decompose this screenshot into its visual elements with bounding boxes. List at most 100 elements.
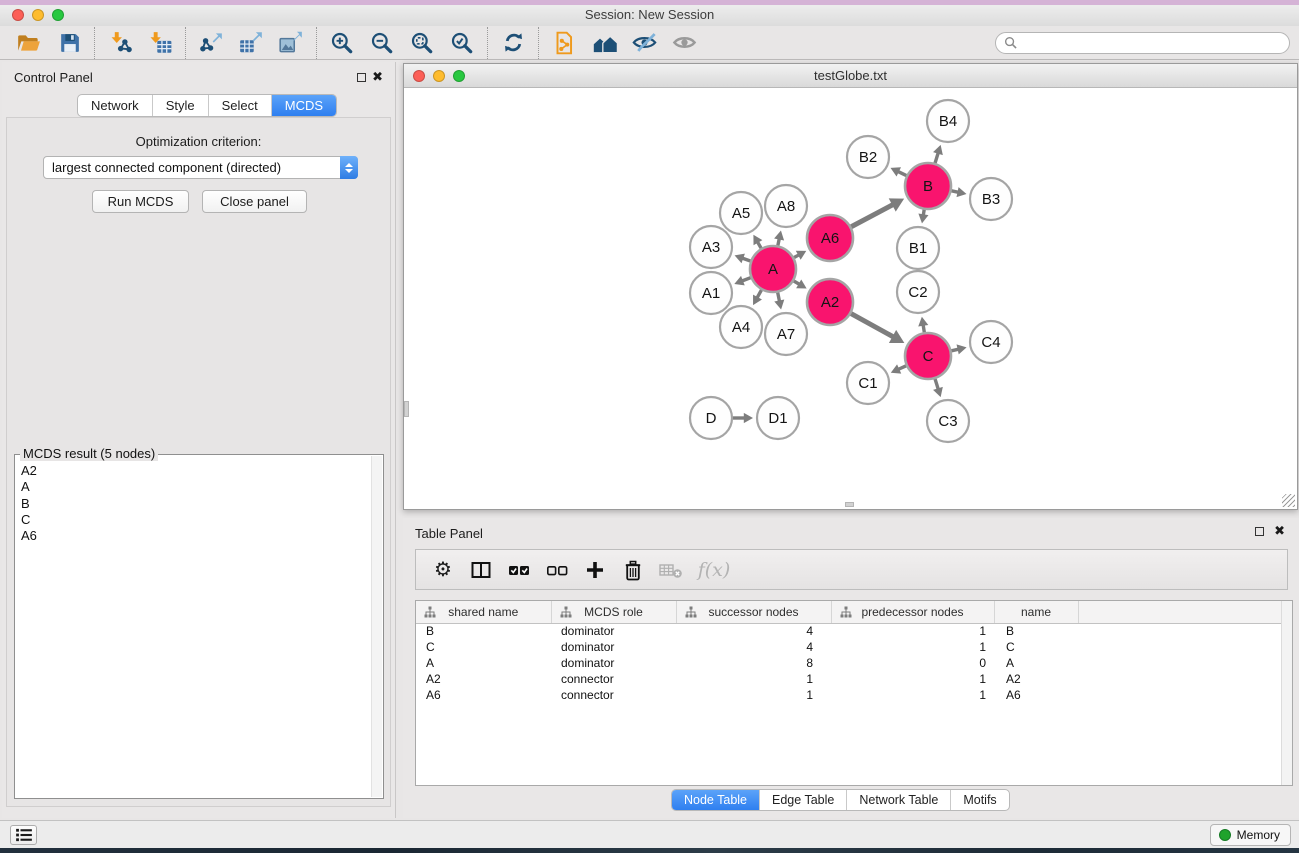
cell[interactable]: 1 [831,687,994,703]
cell[interactable]: connector [551,687,676,703]
float-panel-icon[interactable] [357,73,366,82]
tab-network-table[interactable]: Network Table [847,790,951,810]
cell[interactable]: 1 [831,623,994,639]
tab-edge-table[interactable]: Edge Table [760,790,847,810]
graph-edge-A-A5[interactable] [757,242,761,248]
graph-edge-A-A7[interactable] [778,293,780,302]
graph-edge-C-C2[interactable] [923,325,924,333]
split-pane-button[interactable] [464,554,498,586]
cell[interactable]: 0 [831,655,994,671]
delete-table-button[interactable] [654,554,688,586]
network-left-scroll-thumb[interactable] [404,401,409,417]
result-item-a2[interactable]: A2 [15,463,371,479]
column-header-shared-name[interactable]: shared name [416,601,551,623]
graph-node-C4[interactable]: C4 [970,321,1012,363]
cell[interactable]: A6 [994,687,1078,703]
hide-panels-button[interactable] [624,28,664,58]
cell[interactable]: B [416,623,551,639]
cell[interactable]: A2 [994,671,1078,687]
cell[interactable]: dominator [551,655,676,671]
tab-node-table[interactable]: Node Table [672,790,760,810]
column-header-successor-nodes[interactable]: successor nodes [676,601,831,623]
import-network-button[interactable] [100,28,140,58]
cell[interactable]: A [994,655,1078,671]
cell[interactable]: 1 [676,671,831,687]
result-scrollbar[interactable] [371,456,382,797]
graph-edge-C-C3[interactable] [935,379,938,389]
result-item-a[interactable]: A [15,479,371,495]
cell[interactable]: A2 [416,671,551,687]
tab-mcds[interactable]: MCDS [272,95,336,116]
table-row[interactable]: Adominator80A [416,655,1292,671]
column-header-MCDS-role[interactable]: MCDS role [551,601,676,623]
graph-edge-B-B4[interactable] [935,153,938,163]
graph-node-B1[interactable]: B1 [897,227,939,269]
zoom-selected-button[interactable] [442,28,482,58]
import-table-button[interactable] [140,28,180,58]
cell[interactable]: 1 [831,639,994,655]
graph-node-A5[interactable]: A5 [720,192,762,234]
graph-node-A7[interactable]: A7 [765,313,807,355]
tab-style[interactable]: Style [153,95,209,116]
run-mcds-button[interactable]: Run MCDS [92,190,189,213]
graph-node-A3[interactable]: A3 [690,226,732,268]
zoom-fit-button[interactable] [402,28,442,58]
save-session-button[interactable] [49,28,89,58]
graph-node-A1[interactable]: A1 [690,272,732,314]
column-header-predecessor-nodes[interactable]: predecessor nodes [831,601,994,623]
cell[interactable]: A [416,655,551,671]
close-panel-icon[interactable]: ✖ [372,69,383,85]
graph-edge-A-A8[interactable] [778,238,779,245]
graph-node-B2[interactable]: B2 [847,136,889,178]
cell[interactable]: connector [551,671,676,687]
table-row[interactable]: A6connector11A6 [416,687,1292,703]
graph-edge-C-C4[interactable] [951,349,958,351]
memory-button[interactable]: Memory [1210,824,1291,846]
open-session-button[interactable] [9,28,49,58]
graph-edge-B-B3[interactable] [952,191,959,192]
show-panels-button[interactable] [664,28,704,58]
add-column-button[interactable] [578,554,612,586]
refresh-button[interactable] [493,28,533,58]
cell[interactable]: B [994,623,1078,639]
cell[interactable]: 1 [676,687,831,703]
table-row[interactable]: A2connector11A2 [416,671,1292,687]
graph-node-C1[interactable]: C1 [847,362,889,404]
table-scrollbar[interactable] [1281,601,1292,785]
cell[interactable]: dominator [551,623,676,639]
graph-node-A4[interactable]: A4 [720,306,762,348]
export-table-button[interactable] [231,28,271,58]
graph-node-B3[interactable]: B3 [970,178,1012,220]
graph-edge-A6-B[interactable] [851,205,893,227]
tab-network[interactable]: Network [78,95,153,116]
deselect-all-button[interactable] [540,554,574,586]
close-panel-button[interactable]: Close panel [202,190,307,213]
column-header-name[interactable]: name [994,601,1078,623]
graph-node-B4[interactable]: B4 [927,100,969,142]
cell[interactable]: 4 [676,639,831,655]
graph-edge-A-A2[interactable] [794,281,800,284]
select-all-button[interactable] [502,554,536,586]
network-bottom-scroll-thumb[interactable] [845,502,854,507]
cell[interactable]: C [416,639,551,655]
graph-node-A2[interactable]: A2 [807,279,853,325]
double-house-button[interactable] [584,28,624,58]
table-settings-button[interactable]: ⚙ [426,554,460,586]
graph-node-A8[interactable]: A8 [765,185,807,227]
table-row[interactable]: Bdominator41B [416,623,1292,639]
close-table-panel-icon[interactable]: ✖ [1274,523,1285,539]
task-history-button[interactable] [10,825,37,845]
graph-node-C[interactable]: C [905,333,951,379]
graph-node-D[interactable]: D [690,397,732,439]
graph-node-C3[interactable]: C3 [927,400,969,442]
graph-edge-A-A4[interactable] [757,290,761,298]
graph-node-C2[interactable]: C2 [897,271,939,313]
cell[interactable]: 1 [831,671,994,687]
cell[interactable]: 8 [676,655,831,671]
graph-edge-A2-C[interactable] [851,314,893,337]
cell[interactable]: dominator [551,639,676,655]
result-item-a6[interactable]: A6 [15,528,371,544]
graph-edge-A-A3[interactable] [742,258,750,261]
graph-edge-B-B2[interactable] [898,171,907,175]
network-canvas[interactable]: B4B2BB3A5A8A6B1A3AC2A1A2A4A7C4CC1C3DD1 [404,88,1297,509]
